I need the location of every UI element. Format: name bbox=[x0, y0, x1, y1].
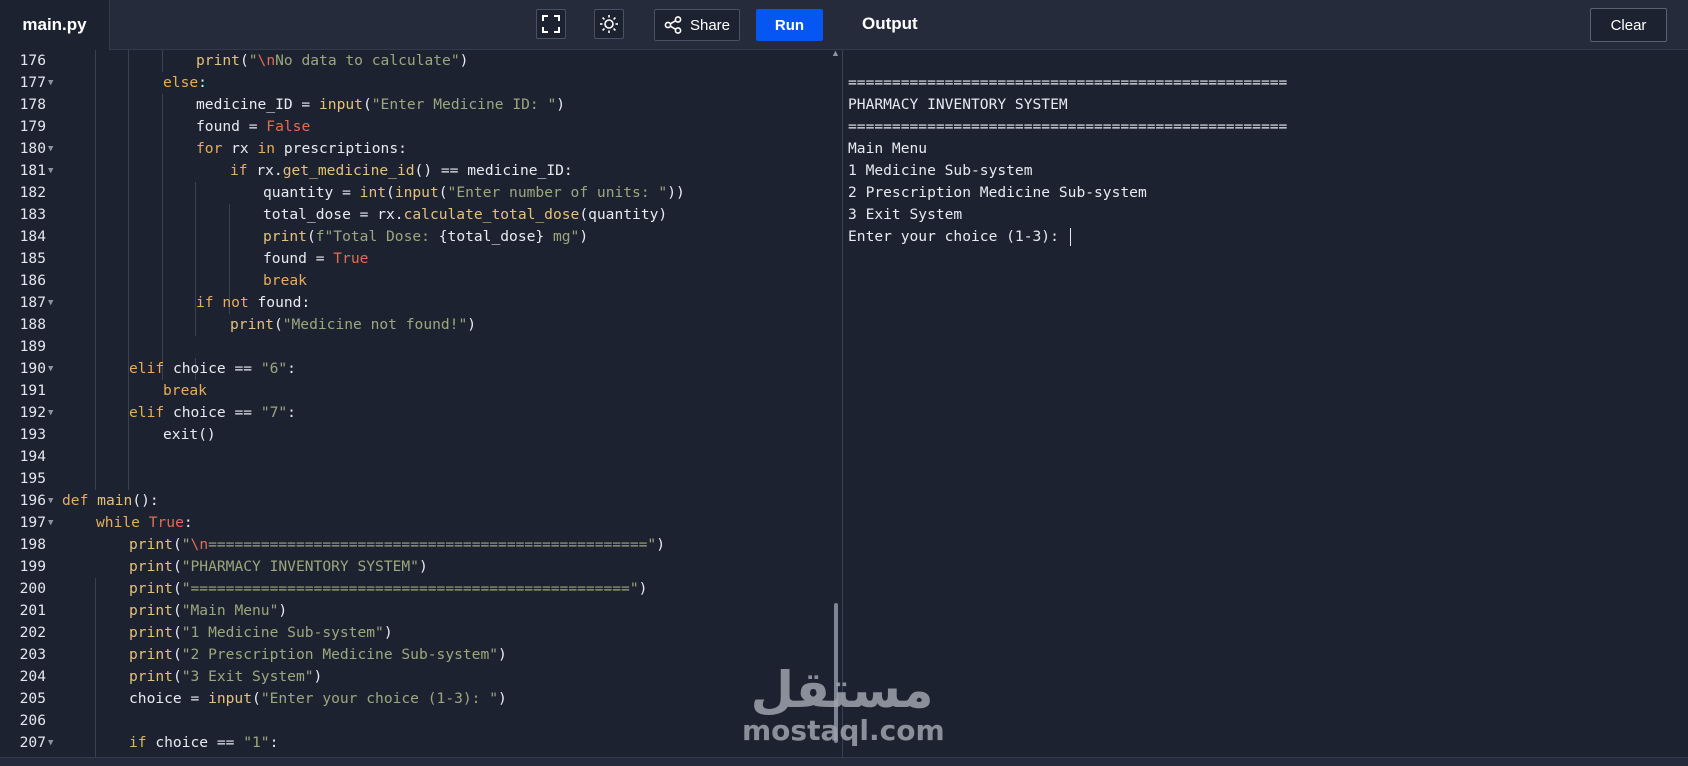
code-line: 207 ▼ if choice == "1": bbox=[0, 732, 842, 754]
code-line: 202 print("1 Medicine Sub-system") bbox=[19, 624, 393, 641]
code-line: 193 exit() bbox=[19, 426, 216, 443]
code-line: 183 total_dose = rx.calculate_total_dose(… bbox=[19, 206, 668, 223]
output-line: PHARMACY INVENTORY SYSTEM bbox=[848, 96, 1068, 113]
fold-arrow-icon: ▼ bbox=[48, 408, 54, 418]
fold-arrow-icon: ▼ bbox=[48, 518, 54, 528]
code-line: 180 ▼ for rx in prescriptions: bbox=[0, 138, 842, 160]
code-line: 181 ▼ if rx.get_medicine_id() == medicine_… bbox=[0, 160, 842, 182]
fullscreen-button[interactable] bbox=[536, 9, 566, 39]
code-line: 200 print("==============================… bbox=[19, 580, 648, 597]
code-line: 184 print(f"Total Dose: {total_dose} mg") bbox=[19, 228, 589, 245]
fold-arrow-icon: ▼ bbox=[48, 738, 54, 748]
fold-arrow-icon: ▼ bbox=[48, 166, 54, 176]
code-line: 178 medicine_ID = input("Enter Medicine I… bbox=[19, 96, 566, 113]
code-line: 176 print("\nNo data to calculate") bbox=[19, 52, 469, 69]
watermark-arabic: مستقل bbox=[750, 661, 934, 719]
code-line: 188 print("Medicine not found!") bbox=[19, 316, 477, 333]
code-line: 189 bbox=[19, 338, 46, 355]
code-editor[interactable]: 176 print("\nNo data to calculate") 177 ▼ e… bbox=[0, 50, 842, 757]
fold-arrow-icon: ▼ bbox=[48, 298, 54, 308]
code-line: 204 print("3 Exit System") bbox=[19, 668, 323, 685]
pane-divider[interactable] bbox=[842, 50, 843, 757]
code-line: 203 print("2 Prescription Medicine Sub-sy… bbox=[19, 646, 507, 663]
code-line: 197 ▼ while True: bbox=[0, 512, 842, 534]
code-line: 177 ▼ else: bbox=[0, 72, 842, 94]
code-line: 194 bbox=[19, 448, 46, 465]
theme-toggle-button[interactable] bbox=[594, 9, 624, 39]
fold-arrow-icon: ▼ bbox=[48, 364, 54, 374]
code-line: 186 break bbox=[19, 272, 307, 289]
code-line: 196 ▼ def main(): bbox=[0, 490, 842, 512]
code-line: 198 print("\n============================… bbox=[19, 536, 666, 553]
fold-arrow-icon: ▼ bbox=[48, 78, 54, 88]
watermark-logo: مستقل mostaql.com bbox=[742, 661, 945, 747]
top-bar: main.py Share Run Output Clear bbox=[0, 0, 1688, 50]
code-line: 199 print("PHARMACY INVENTORY SYSTEM") bbox=[19, 558, 428, 575]
code-line: 206 bbox=[19, 712, 46, 729]
code-line: 179 found = False bbox=[19, 118, 311, 135]
share-icon bbox=[664, 16, 682, 34]
fullscreen-icon bbox=[542, 15, 560, 33]
fold-arrow-icon: ▼ bbox=[48, 144, 54, 154]
share-button[interactable]: Share bbox=[654, 9, 740, 41]
output-line: Main Menu bbox=[848, 140, 928, 157]
code-line: 195 bbox=[19, 470, 46, 487]
watermark-latin: mostaql.com bbox=[742, 714, 945, 747]
code-line: 190 ▼ elif choice == "6": bbox=[0, 358, 842, 380]
tab-main-py[interactable]: main.py bbox=[0, 0, 110, 50]
output-title: Output bbox=[862, 14, 918, 33]
output-line: 2 Prescription Medicine Sub-system bbox=[848, 184, 1147, 201]
run-button[interactable]: Run bbox=[756, 9, 823, 41]
code-line: 187 ▼ if not found: bbox=[0, 292, 842, 314]
code-line: 201 print("Main Menu") bbox=[19, 602, 288, 619]
output-console[interactable]: ========================================… bbox=[848, 72, 1678, 248]
code-line: 192 ▼ elif choice == "7": bbox=[0, 402, 842, 424]
theme-sun-icon bbox=[600, 15, 618, 33]
output-line: 3 Exit System bbox=[848, 206, 963, 223]
input-caret bbox=[1069, 228, 1071, 246]
fold-arrow-icon: ▼ bbox=[48, 496, 54, 506]
output-line: ========================================… bbox=[848, 74, 1288, 91]
clear-button[interactable]: Clear bbox=[1590, 8, 1667, 42]
output-line: ========================================… bbox=[848, 118, 1288, 135]
code-line: 185 found = True bbox=[19, 250, 369, 267]
share-label: Share bbox=[689, 16, 731, 34]
scroll-up-icon[interactable]: ▲ bbox=[831, 48, 840, 58]
output-line: 1 Medicine Sub-system bbox=[848, 162, 1033, 179]
output-prompt: Enter your choice (1-3): bbox=[848, 228, 1068, 245]
code-line: 191 break bbox=[19, 382, 207, 399]
code-line: 182 quantity = int(input("Enter number of… bbox=[19, 184, 685, 201]
code-line: 205 choice = input("Enter your choice (1-… bbox=[19, 690, 507, 707]
output-prompt-line[interactable]: Enter your choice (1-3): bbox=[848, 226, 1678, 248]
